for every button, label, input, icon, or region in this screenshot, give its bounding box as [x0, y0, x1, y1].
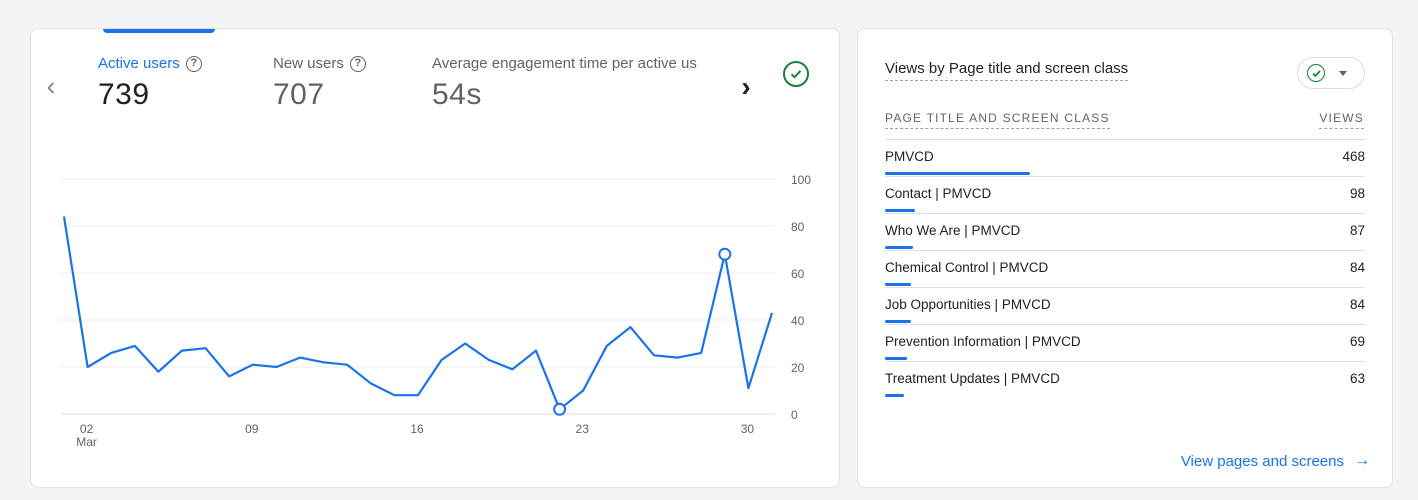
check-circle-icon — [1307, 64, 1325, 82]
row-value: 63 — [1349, 371, 1365, 386]
x-tick-label: 09 — [245, 422, 259, 436]
y-tick-label: 0 — [791, 408, 798, 422]
arrow-right-icon: → — [1354, 452, 1370, 469]
row-label: Who We Are | PMVCD — [885, 223, 1021, 238]
active-tab-indicator — [103, 29, 215, 33]
row-value: 98 — [1349, 186, 1365, 201]
row-label: PMVCD — [885, 149, 934, 164]
help-icon[interactable]: ? — [349, 55, 366, 72]
table-row[interactable]: Job Opportunities | PMVCD 84 — [885, 287, 1365, 324]
row-bar — [885, 283, 912, 286]
row-label: Contact | PMVCD — [885, 186, 992, 201]
metric-value: 707 — [273, 78, 325, 111]
y-tick-label: 100 — [791, 173, 811, 187]
x-tick-label: 23 — [576, 422, 590, 436]
highlighted-point[interactable] — [553, 402, 567, 416]
y-tick-label: 80 — [791, 220, 805, 234]
x-tick-label: 02 — [80, 422, 94, 436]
x-tick-label: 30 — [741, 422, 755, 436]
metric-tab-engagement-time[interactable]: Average engagement time per active us 54… — [432, 55, 697, 112]
column-header-views[interactable]: VIEWS — [1319, 111, 1364, 129]
row-value: 69 — [1349, 334, 1365, 349]
y-tick-label: 40 — [791, 314, 805, 328]
row-value: 87 — [1349, 223, 1365, 238]
row-label: Treatment Updates | PMVCD — [885, 371, 1060, 386]
view-pages-link[interactable]: View pages and screens → — [1181, 452, 1370, 470]
y-tick-label: 20 — [791, 361, 805, 375]
table-row[interactable]: Treatment Updates | PMVCD 63 — [885, 361, 1365, 398]
x-month-label: Mar — [76, 435, 97, 449]
link-label: View pages and screens — [1180, 452, 1344, 470]
table-row[interactable]: Who We Are | PMVCD 87 — [885, 213, 1365, 250]
chevron-left-icon[interactable]: ‹ — [41, 73, 61, 99]
metric-tab-new-users[interactable]: New users ? 707 — [273, 55, 366, 112]
row-bar — [885, 394, 904, 397]
metric-tab-active-users[interactable]: Active users ? 739 — [98, 55, 202, 112]
table-row[interactable]: Prevention Information | PMVCD 69 — [885, 324, 1365, 361]
metric-value: 54s — [432, 78, 482, 111]
row-value: 468 — [1342, 149, 1365, 164]
series-line — [62, 216, 774, 411]
metric-label: Active users — [98, 55, 180, 72]
views-table: PMVCD 468 Contact | PMVCD 98 Who We Are | PM… — [885, 139, 1365, 398]
card-title[interactable]: Views by Page title and screen class — [885, 60, 1129, 81]
active-users-line-chart: 100 80 60 40 20 0 02 09 16 23 30 Mar — [61, 173, 811, 449]
metric-label: New users — [273, 55, 344, 72]
comparison-dropdown[interactable] — [1297, 57, 1365, 89]
y-tick-label: 60 — [791, 267, 805, 281]
row-value: 84 — [1349, 260, 1365, 275]
row-bar — [885, 209, 916, 212]
row-bar — [885, 246, 913, 249]
caret-down-icon — [1339, 70, 1347, 76]
x-tick-label: 16 — [410, 422, 424, 436]
metric-value: 739 — [98, 78, 150, 111]
help-icon[interactable]: ? — [185, 55, 202, 72]
row-value: 84 — [1349, 297, 1365, 312]
overview-card: ‹ Active users ? 739 New users ? 707 Ave… — [30, 28, 840, 488]
row-label: Job Opportunities | PMVCD — [885, 297, 1051, 312]
check-circle-icon[interactable] — [783, 61, 809, 87]
metric-label: Average engagement time per active us — [432, 55, 697, 72]
chevron-right-icon[interactable]: › — [736, 73, 756, 101]
row-bar — [885, 320, 912, 323]
row-bar — [885, 357, 907, 360]
row-label: Chemical Control | PMVCD — [885, 260, 1049, 275]
table-row[interactable]: Contact | PMVCD 98 — [885, 176, 1365, 213]
views-by-page-card: Views by Page title and screen class PAG… — [857, 28, 1393, 488]
column-header-page-title[interactable]: PAGE TITLE AND SCREEN CLASS — [885, 111, 1110, 129]
highlighted-point[interactable] — [718, 247, 732, 261]
row-label: Prevention Information | PMVCD — [885, 334, 1081, 349]
row-bar — [885, 172, 1030, 175]
table-row[interactable]: Chemical Control | PMVCD 84 — [885, 250, 1365, 287]
table-row[interactable]: PMVCD 468 — [885, 139, 1365, 176]
